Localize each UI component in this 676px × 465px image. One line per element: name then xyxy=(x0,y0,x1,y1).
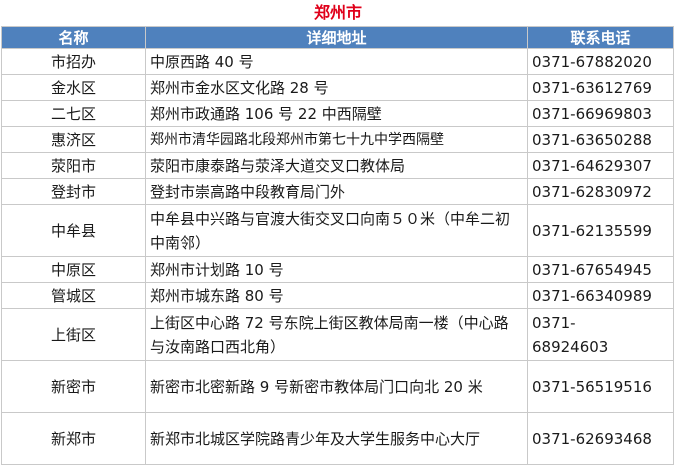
spreadsheet: 郑州市 名称 详细地址 联系电话 市招办 中原西路 40 号 0371-6788… xyxy=(0,0,676,465)
cell-phone[interactable]: 0371- 68924603 xyxy=(527,308,674,361)
table-row: 荥阳市 荥阳市康泰路与荥泽大道交叉口教体局 0371-64629307 xyxy=(1,152,674,179)
cell-address[interactable]: 新郑市北城区学院路青少年及大学生服务中心大厅 xyxy=(145,412,528,465)
cell-address[interactable]: 中原西路 40 号 xyxy=(145,48,528,75)
cell-name[interactable]: 上街区 xyxy=(1,308,146,361)
cell-phone[interactable]: 0371-56519516 xyxy=(527,360,674,413)
cell-name[interactable]: 中原区 xyxy=(1,256,146,283)
column-header-address: 详细地址 xyxy=(145,26,528,49)
table-row: 金水区 郑州市金水区文化路 28 号 0371-63612769 xyxy=(1,74,674,101)
table-row: 中原区 郑州市计划路 10 号 0371-67654945 xyxy=(1,256,674,283)
cell-phone[interactable]: 0371-67882020 xyxy=(527,48,674,75)
header-row: 名称 详细地址 联系电话 xyxy=(1,26,674,49)
cell-address[interactable]: 郑州市政通路 106 号 22 中西隔壁 xyxy=(145,100,528,127)
cell-address[interactable]: 郑州市城东路 80 号 xyxy=(145,282,528,309)
cell-phone[interactable]: 0371-63612769 xyxy=(527,74,674,101)
cell-name[interactable]: 荥阳市 xyxy=(1,152,146,179)
table-row: 管城区 郑州市城东路 80 号 0371-66340989 xyxy=(1,282,674,309)
cell-phone[interactable]: 0371-62830972 xyxy=(527,178,674,205)
cell-name[interactable]: 管城区 xyxy=(1,282,146,309)
cell-address[interactable]: 荥阳市康泰路与荥泽大道交叉口教体局 xyxy=(145,152,528,179)
table-row: 二七区 郑州市政通路 106 号 22 中西隔壁 0371-66969803 xyxy=(1,100,674,127)
cell-phone[interactable]: 0371-64629307 xyxy=(527,152,674,179)
cell-name[interactable]: 中牟县 xyxy=(1,204,146,257)
table-row: 中牟县 中牟县中兴路与官渡大街交叉口向南５０米（中牟二初中南邻） 0371-62… xyxy=(1,204,674,257)
table-row: 惠济区 郑州市清华园路北段郑州市第七十九中学西隔壁 0371-63650288 xyxy=(1,126,674,153)
cell-name[interactable]: 市招办 xyxy=(1,48,146,75)
cell-phone[interactable]: 0371-62693468 xyxy=(527,412,674,465)
office-table: 名称 详细地址 联系电话 市招办 中原西路 40 号 0371-67882020… xyxy=(1,26,674,465)
cell-address[interactable]: 中牟县中兴路与官渡大街交叉口向南５０米（中牟二初中南邻） xyxy=(145,204,528,257)
table-row: 上街区 上街区中心路 72 号东院上街区教体局南一楼（中心路与汝南路口西北角） … xyxy=(1,308,674,361)
column-header-phone: 联系电话 xyxy=(527,26,674,49)
cell-name[interactable]: 新密市 xyxy=(1,360,146,413)
cell-address[interactable]: 新密市北密新路 9 号新密市教体局门口向北 20 米 xyxy=(145,360,528,413)
cell-address[interactable]: 郑州市金水区文化路 28 号 xyxy=(145,74,528,101)
column-header-name: 名称 xyxy=(1,26,146,49)
cell-phone[interactable]: 0371-66340989 xyxy=(527,282,674,309)
table-row: 市招办 中原西路 40 号 0371-67882020 xyxy=(1,48,674,75)
cell-name[interactable]: 惠济区 xyxy=(1,126,146,153)
cell-name[interactable]: 金水区 xyxy=(1,74,146,101)
cell-phone[interactable]: 0371-66969803 xyxy=(527,100,674,127)
cell-phone[interactable]: 0371-67654945 xyxy=(527,256,674,283)
table-row: 登封市 登封市崇高路中段教育局门外 0371-62830972 xyxy=(1,178,674,205)
cell-name[interactable]: 登封市 xyxy=(1,178,146,205)
cell-address[interactable]: 郑州市计划路 10 号 xyxy=(145,256,528,283)
table-row: 新密市 新密市北密新路 9 号新密市教体局门口向北 20 米 0371-5651… xyxy=(1,360,674,413)
table-row: 新郑市 新郑市北城区学院路青少年及大学生服务中心大厅 0371-62693468 xyxy=(1,412,674,465)
cell-address[interactable]: 登封市崇高路中段教育局门外 xyxy=(145,178,528,205)
cell-name[interactable]: 新郑市 xyxy=(1,412,146,465)
cell-phone[interactable]: 0371-63650288 xyxy=(527,126,674,153)
cell-name[interactable]: 二七区 xyxy=(1,100,146,127)
cell-phone[interactable]: 0371-62135599 xyxy=(527,204,674,257)
page-title: 郑州市 xyxy=(313,3,362,22)
cell-address[interactable]: 上街区中心路 72 号东院上街区教体局南一楼（中心路与汝南路口西北角） xyxy=(145,308,528,361)
cell-address[interactable]: 郑州市清华园路北段郑州市第七十九中学西隔壁 xyxy=(145,126,528,153)
